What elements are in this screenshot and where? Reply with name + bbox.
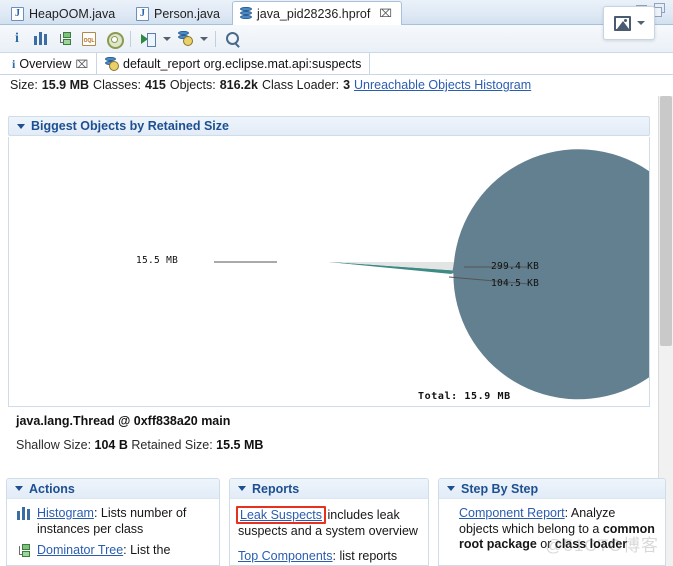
mat-toolbar: i <box>0 25 673 53</box>
java-file-icon <box>136 7 149 21</box>
search-icon[interactable] <box>222 28 244 50</box>
histogram-link[interactable]: Histogram <box>37 506 94 520</box>
leak-suspects-link[interactable]: Leak Suspects <box>240 508 322 522</box>
restore-icon[interactable] <box>651 3 665 17</box>
leak-suspects-highlight: Leak Suspects <box>236 506 326 524</box>
chevron-down-icon[interactable] <box>238 486 246 491</box>
editor-tab-heapoom[interactable]: HeapOOM.java <box>4 3 124 25</box>
report-icon <box>105 57 119 71</box>
list-item: Dominator Tree: List the <box>17 543 211 563</box>
selected-object-title: java.lang.Thread @ 0xff838a20 main <box>16 414 231 428</box>
tab-overview[interactable]: i Overview ⌧ <box>4 53 98 75</box>
image-icon <box>613 15 631 31</box>
tab-label: Overview <box>19 57 72 71</box>
tab-close-icon[interactable]: ⌧ <box>75 58 88 71</box>
dominator-tree-link[interactable]: Dominator Tree <box>37 543 123 557</box>
oql-icon[interactable] <box>78 28 100 50</box>
bottom-panels: Actions Histogram: Lists number of insta… <box>0 478 673 566</box>
classes-value: 415 <box>144 78 166 92</box>
gears-icon[interactable] <box>102 28 124 50</box>
top-components-link[interactable]: Top Components <box>238 549 333 563</box>
pie-chart-panel: 15.5 MB 299.4 KB 104.5 KB Total: 15.9 MB <box>8 137 650 407</box>
panel-title: Actions <box>29 481 75 496</box>
chevron-down-icon[interactable] <box>636 21 645 25</box>
chevron-down-icon[interactable] <box>15 486 23 491</box>
dominator-tree-icon[interactable] <box>54 28 76 50</box>
panel-header-step-by-step[interactable]: Step By Step <box>439 479 665 499</box>
pie-total-label: Total: 15.9 MB <box>418 391 511 402</box>
editor-tab-close-icon[interactable]: ⌧ <box>379 7 392 20</box>
panel-header-reports[interactable]: Reports <box>230 479 428 499</box>
toolbar-separator <box>215 30 216 47</box>
heap-stats-line: Size: 15.9 MB Classes: 415 Objects: 816.… <box>0 75 673 95</box>
editor-tab-label: Person.java <box>154 7 221 21</box>
list-item: Histogram: Lists number of instances per… <box>17 506 211 537</box>
chevron-down-icon[interactable] <box>17 123 25 129</box>
pie-label-second: 299.4 KB <box>491 261 540 272</box>
size-value: 15.9 MB <box>41 78 90 92</box>
objects-value: 816.2k <box>219 78 258 92</box>
classes-label: Classes: <box>93 78 141 92</box>
shallow-size-value: 104 B <box>94 438 128 452</box>
list-item: Leak Suspects includes leak suspects and… <box>236 506 420 540</box>
view-tab-bar: i Overview ⌧ default_report org.eclipse.… <box>0 53 673 75</box>
panel-title: Reports <box>252 481 300 496</box>
size-label: Size: <box>10 78 38 92</box>
shallow-size-label: Shallow Size: <box>16 438 92 452</box>
editor-tab-label: java_pid28236.hprof <box>257 6 371 21</box>
panel-title: Step By Step <box>461 481 539 496</box>
component-report-bold-b: class loader <box>554 537 628 551</box>
list-item: Top Components: list reports <box>238 549 420 565</box>
objects-label: Objects: <box>169 78 216 92</box>
tab-label: default_report org.eclipse.mat.api:suspe… <box>123 57 362 71</box>
component-report-desc-b: or <box>536 537 555 551</box>
pie-label-third: 104.5 KB <box>491 278 540 289</box>
heap-dump-icon <box>240 6 252 21</box>
section-header-biggest-objects[interactable]: Biggest Objects by Retained Size <box>8 116 650 136</box>
top-components-desc: : list reports <box>332 548 398 563</box>
section-title: Biggest Objects by Retained Size <box>31 119 229 133</box>
info-icon: i <box>12 56 16 71</box>
retained-size-pie-chart[interactable] <box>9 137 650 407</box>
classloader-label: Class Loader: <box>261 78 340 92</box>
histogram-icon[interactable] <box>30 28 52 50</box>
panel-header-actions[interactable]: Actions <box>7 479 219 499</box>
editor-tab-label: HeapOOM.java <box>29 7 116 21</box>
pie-label-main: 15.5 MB <box>136 255 179 266</box>
run-expert-system-icon[interactable] <box>137 28 159 50</box>
panel-actions: Actions Histogram: Lists number of insta… <box>6 478 220 566</box>
selected-object-sizes: Shallow Size: 104 B Retained Size: 15.5 … <box>16 438 263 452</box>
editor-tab-hprof[interactable]: java_pid28236.hprof ⌧ <box>232 1 402 25</box>
pie-slice-second <box>329 262 454 271</box>
editor-tab-person[interactable]: Person.java <box>129 3 229 25</box>
retained-size-label: Retained Size: <box>131 438 213 452</box>
classloader-value: 3 <box>343 78 351 92</box>
list-item: Component Report: Analyze objects which … <box>459 506 657 553</box>
pie-slice-main <box>329 149 649 400</box>
component-report-link[interactable]: Component Report <box>459 506 565 520</box>
run-expert-system-chevron-down-icon[interactable] <box>161 28 172 50</box>
info-icon[interactable]: i <box>6 28 28 50</box>
eclipse-mat-window: HeapOOM.java Person.java java_pid28236.h… <box>0 0 673 566</box>
panel-reports: Reports Leak Suspects includes leak susp… <box>229 478 429 566</box>
open-query-browser-chevron-down-icon[interactable] <box>198 28 209 50</box>
open-query-browser-icon[interactable] <box>174 28 196 50</box>
unreachable-objects-histogram-link[interactable]: Unreachable Objects Histogram <box>354 78 531 92</box>
panel-step-by-step: Step By Step Component Report: Analyze o… <box>438 478 666 566</box>
image-capture-button[interactable] <box>603 6 655 40</box>
toolbar-separator <box>130 30 131 47</box>
histogram-icon <box>17 506 32 537</box>
tab-default-report[interactable]: default_report org.eclipse.mat.api:suspe… <box>97 53 371 75</box>
chevron-down-icon[interactable] <box>447 486 455 491</box>
retained-size-value: 15.5 MB <box>216 438 264 452</box>
editor-tab-bar: HeapOOM.java Person.java java_pid28236.h… <box>0 0 673 25</box>
scrollbar-thumb[interactable] <box>660 96 672 346</box>
dominator-tree-desc: : List the <box>123 543 171 557</box>
dominator-tree-icon <box>17 543 32 563</box>
java-file-icon <box>11 7 24 21</box>
